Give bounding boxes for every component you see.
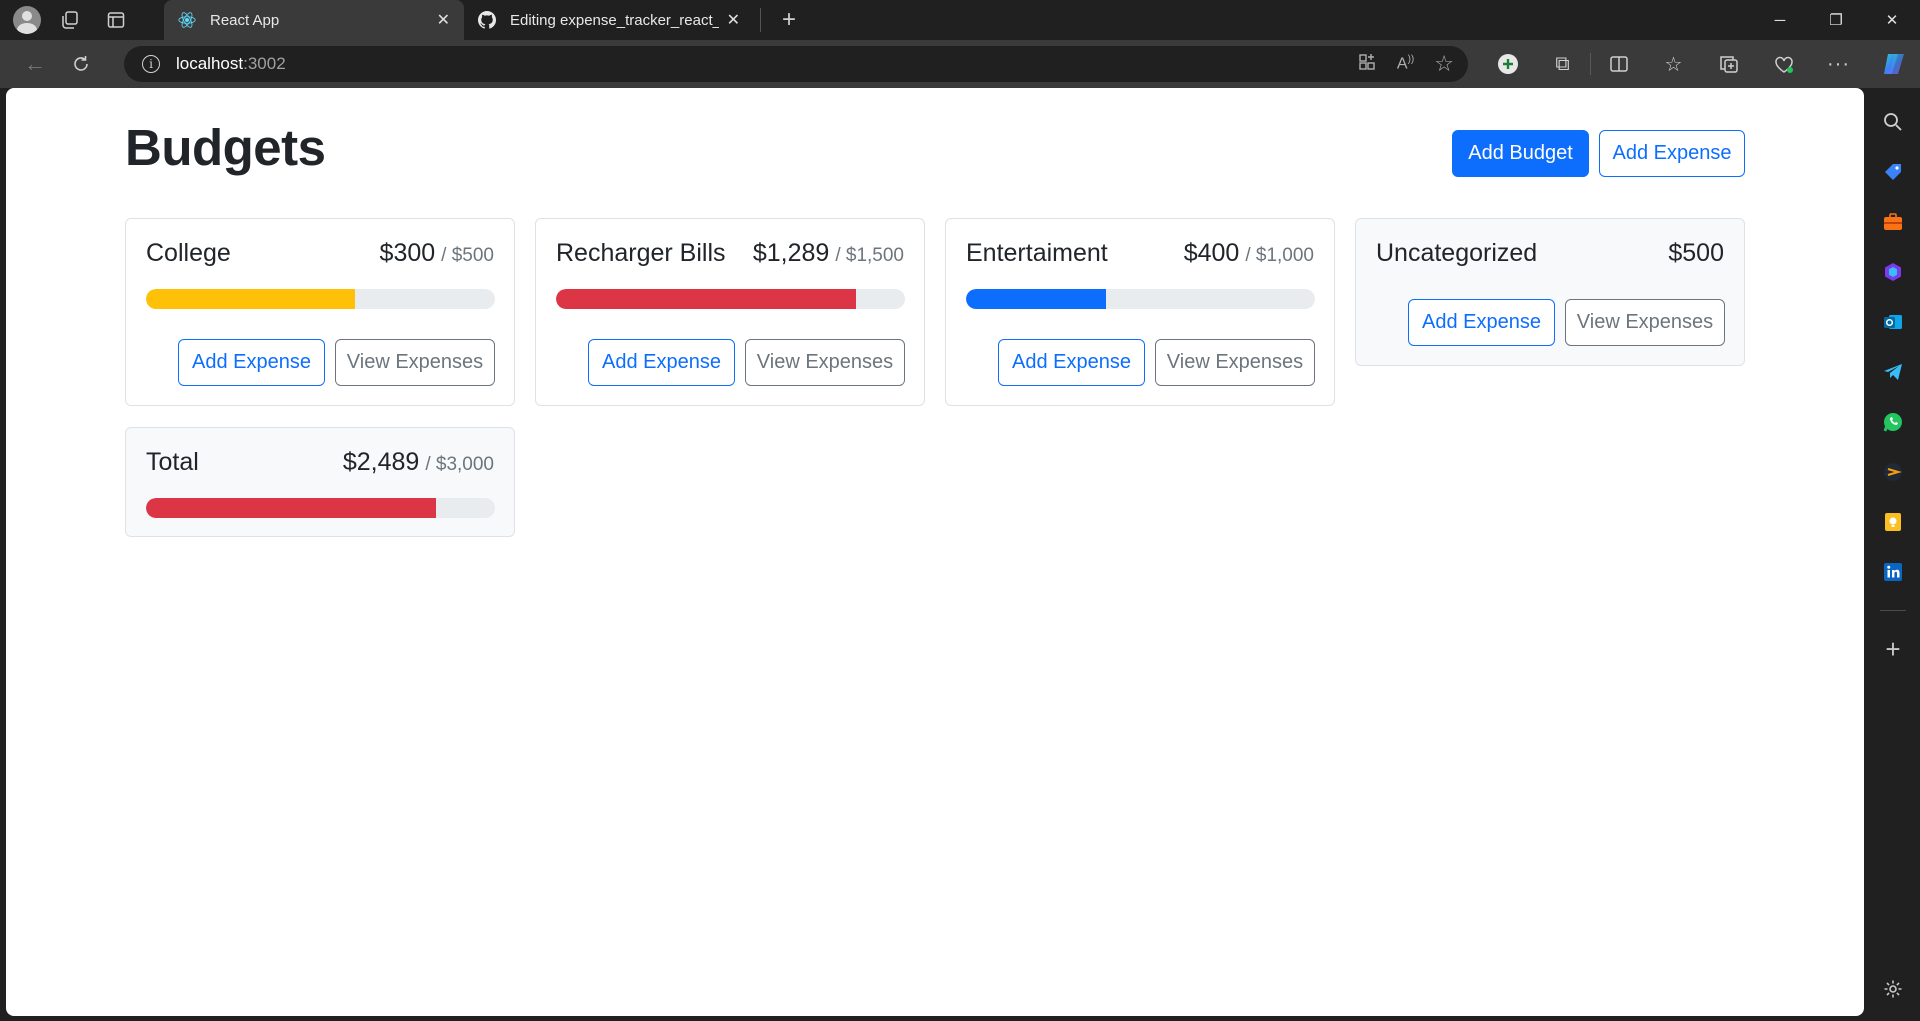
total-amount: $2,489/ $3,000	[343, 448, 494, 477]
budget-spent: $1,289	[752, 239, 830, 267]
minimize-icon[interactable]: ─	[1752, 0, 1808, 40]
profile-avatar-icon[interactable]	[13, 6, 41, 34]
workspaces-icon[interactable]	[52, 4, 88, 36]
view-expenses-button[interactable]: View Expenses	[745, 339, 905, 386]
budget-card-uncategorized: Uncategorized $500 Add Expense View Expe…	[1355, 218, 1745, 366]
card-add-expense-button[interactable]: Add Expense	[588, 339, 735, 386]
budget-card-recharger-bills: Recharger Bills $1,289/ $1,500 Add Expen…	[535, 218, 925, 406]
page-viewport: Budgets Add Budget Add Expense College $…	[6, 88, 1864, 1016]
site-info-icon[interactable]: i	[142, 55, 160, 73]
budget-spent: $300	[379, 239, 436, 267]
collections-icon[interactable]	[1701, 40, 1756, 88]
budget-progress-bar	[966, 289, 1315, 309]
new-tab-icon[interactable]: +	[771, 4, 807, 36]
budget-spent: $400	[1183, 239, 1240, 267]
tab-github-editing[interactable]: Editing expense_tracker_react_ap ✕	[464, 0, 754, 40]
card-add-expense-button[interactable]: Add Expense	[178, 339, 325, 386]
total-spent: $2,489	[342, 448, 420, 476]
budget-max: / $500	[441, 245, 494, 266]
address-bar[interactable]: i localhost:3002 A)) ☆	[124, 46, 1468, 82]
total-name: Total	[146, 448, 199, 476]
view-expenses-button[interactable]: View Expenses	[1155, 339, 1315, 386]
budget-max: / $1,000	[1245, 245, 1314, 266]
budget-name: Recharger Bills	[556, 239, 726, 267]
budget-progress-fill	[966, 289, 1106, 309]
github-logo-icon	[478, 11, 496, 29]
tab-title: Editing expense_tracker_react_ap	[510, 11, 719, 29]
budget-spent: $500	[1668, 239, 1724, 267]
office-icon[interactable]	[1873, 252, 1913, 292]
browser-toolbar: ← i localhost:3002 A)) ☆ ⧉ ☆ ···	[0, 40, 1920, 88]
close-window-icon[interactable]: ✕	[1864, 0, 1920, 40]
budget-progress-fill	[146, 289, 356, 309]
add-budget-button[interactable]: Add Budget	[1452, 130, 1589, 177]
whatsapp-icon[interactable]	[1873, 402, 1913, 442]
view-expenses-button[interactable]: View Expenses	[335, 339, 495, 386]
telegram-icon[interactable]	[1873, 352, 1913, 392]
total-max: / $3,000	[425, 454, 494, 475]
budget-amount: $300/ $500	[380, 239, 494, 268]
read-aloud-icon[interactable]: A))	[1397, 54, 1414, 73]
budget-name: Uncategorized	[1376, 239, 1538, 267]
browser-essentials-icon[interactable]	[1756, 40, 1811, 88]
budget-max: / $1,500	[835, 245, 904, 266]
window-controls: ─ ❐ ✕	[1752, 0, 1920, 40]
search-icon[interactable]	[1873, 102, 1913, 142]
tools-briefcase-icon[interactable]	[1873, 202, 1913, 242]
close-tab-icon[interactable]: ✕	[437, 10, 450, 30]
total-card: Total $2,489/ $3,000	[125, 427, 515, 537]
refresh-icon[interactable]	[59, 44, 103, 84]
react-logo-icon	[178, 11, 196, 29]
tab-actions-icon[interactable]	[98, 4, 134, 36]
outlook-icon[interactable]	[1873, 302, 1913, 342]
tab-title: React App	[210, 11, 280, 29]
tab-react-app[interactable]: React App ✕	[164, 0, 464, 40]
add-expense-button[interactable]: Add Expense	[1599, 130, 1745, 177]
budget-card-college: College $300/ $500 Add Expense View Expe…	[125, 218, 515, 406]
view-expenses-button[interactable]: View Expenses	[1565, 299, 1725, 346]
linkedin-icon[interactable]	[1873, 552, 1913, 592]
back-arrow-icon[interactable]: ←	[13, 44, 57, 84]
close-tab-icon[interactable]: ✕	[727, 10, 740, 30]
budget-name: Entertaiment	[966, 239, 1108, 267]
budget-progress-bar	[146, 289, 495, 309]
browser-tab-bar: React App ✕ Editing expense_tracker_reac…	[0, 0, 1920, 40]
favorite-star-icon[interactable]: ☆	[1434, 51, 1454, 77]
edge-sidebar: +	[1866, 88, 1920, 1021]
favorites-icon[interactable]: ☆	[1646, 40, 1701, 88]
card-add-expense-button[interactable]: Add Expense	[998, 339, 1145, 386]
more-options-icon[interactable]: ···	[1811, 40, 1866, 88]
total-progress-fill	[146, 498, 436, 518]
copilot-icon[interactable]	[1866, 40, 1920, 88]
app-available-icon[interactable]	[1357, 52, 1377, 77]
budget-progress-fill	[556, 289, 856, 309]
budget-amount: $1,289/ $1,500	[753, 239, 904, 268]
url-port: :3002	[243, 54, 286, 73]
extensions-puzzle-icon[interactable]: ⧉	[1535, 40, 1590, 88]
sidebar-divider	[1880, 610, 1906, 611]
sidebar-settings-gear-icon[interactable]	[1873, 969, 1913, 1009]
budget-name: College	[146, 239, 231, 267]
total-progress-bar	[146, 498, 495, 518]
split-screen-icon[interactable]	[1591, 40, 1646, 88]
tool-app-icon[interactable]	[1873, 452, 1913, 492]
tab-divider	[760, 8, 761, 32]
keep-notes-icon[interactable]	[1873, 502, 1913, 542]
url-host: localhost	[176, 54, 244, 73]
add-extension-icon[interactable]	[1480, 40, 1535, 88]
card-add-expense-button[interactable]: Add Expense	[1408, 299, 1555, 346]
budget-amount: $400/ $1,000	[1184, 239, 1314, 268]
budget-progress-bar	[556, 289, 905, 309]
budget-card-entertaiment: Entertaiment $400/ $1,000 Add Expense Vi…	[945, 218, 1335, 406]
shopping-tag-icon[interactable]	[1873, 152, 1913, 192]
add-sidebar-app-icon[interactable]: +	[1873, 629, 1913, 669]
restore-icon[interactable]: ❐	[1808, 0, 1864, 40]
page-title: Budgets	[125, 119, 326, 176]
